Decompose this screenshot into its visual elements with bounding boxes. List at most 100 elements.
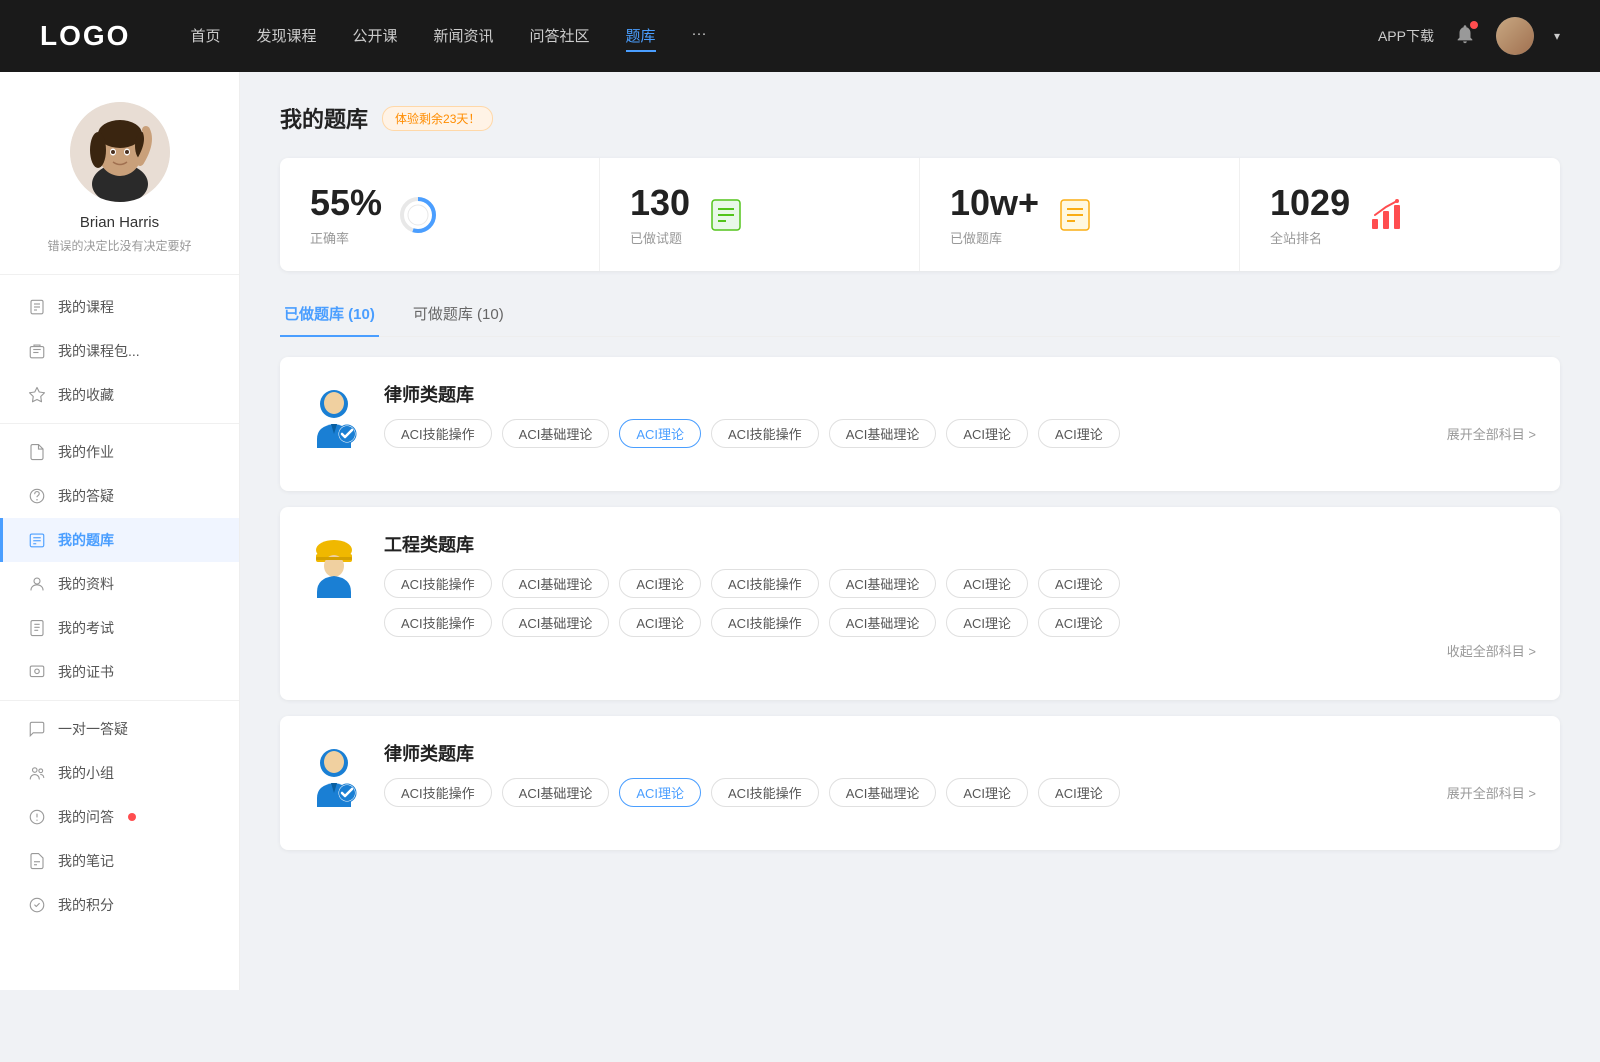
user-name: Brian Harris	[80, 214, 159, 231]
bank-title-lawyer-2: 律师类题库	[384, 740, 1536, 766]
package-icon	[28, 342, 46, 360]
tag-lawyer-1-2[interactable]: ACI理论	[619, 419, 701, 448]
bank-item-lawyer-1: 律师类题库 ACI技能操作 ACI基础理论 ACI理论 ACI技能操作 ACI基…	[280, 357, 1560, 491]
bank-icon-lawyer-1	[304, 381, 364, 451]
nav-news[interactable]: 新闻资讯	[434, 21, 494, 52]
tag-eng-0[interactable]: ACI技能操作	[384, 569, 492, 598]
chat-icon	[28, 720, 46, 738]
expand-lawyer-2[interactable]: 展开全部科目 >	[1447, 783, 1536, 802]
sidebar-item-label-bank: 我的题库	[58, 530, 114, 550]
app-download-button[interactable]: APP下载	[1378, 26, 1434, 46]
tag-lawyer2-2[interactable]: ACI理论	[619, 778, 701, 807]
page-container: Brian Harris 错误的决定比没有决定要好 我的课程 我的课程包...	[0, 72, 1600, 990]
collapse-engineer[interactable]: 收起全部科目 >	[1447, 641, 1536, 660]
page-header: 我的题库 体验剩余23天！	[280, 102, 1560, 134]
tag-eng-6[interactable]: ACI理论	[1038, 569, 1120, 598]
sidebar-item-label-cert: 我的证书	[58, 662, 114, 682]
sidebar-item-qa-help[interactable]: 我的答疑	[0, 474, 239, 518]
stat-rank: 1029 全站排名	[1240, 158, 1560, 271]
bank-icon-engineer	[304, 531, 364, 601]
qa-notification-dot	[128, 813, 136, 821]
sidebar-item-group[interactable]: 我的小组	[0, 751, 239, 795]
tab-done-banks[interactable]: 已做题库 (10)	[280, 295, 379, 336]
sidebar-item-cert[interactable]: 我的证书	[0, 650, 239, 694]
nav-bank[interactable]: 题库	[626, 21, 656, 52]
profile-section: Brian Harris 错误的决定比没有决定要好	[0, 102, 239, 275]
exam-icon	[28, 619, 46, 637]
stat-rank-value: 1029	[1270, 182, 1350, 224]
sidebar-item-homework[interactable]: 我的作业	[0, 430, 239, 474]
stat-rank-label: 全站排名	[1270, 228, 1350, 247]
sidebar-item-exam[interactable]: 我的考试	[0, 606, 239, 650]
tag-lawyer-1-5[interactable]: ACI理论	[946, 419, 1028, 448]
sidebar-item-bank[interactable]: 我的题库	[0, 518, 239, 562]
tag-eng-r2-6[interactable]: ACI理论	[1038, 608, 1120, 637]
tag-lawyer-1-3[interactable]: ACI技能操作	[711, 419, 819, 448]
tag-eng-5[interactable]: ACI理论	[946, 569, 1028, 598]
sidebar-item-profile[interactable]: 我的资料	[0, 562, 239, 606]
sidebar-item-one-on-one[interactable]: 一对一答疑	[0, 707, 239, 751]
tag-eng-r2-0[interactable]: ACI技能操作	[384, 608, 492, 637]
tag-eng-4[interactable]: ACI基础理论	[829, 569, 937, 598]
tag-lawyer2-1[interactable]: ACI基础理论	[502, 778, 610, 807]
sidebar-item-label-qa-help: 我的答疑	[58, 486, 114, 506]
tag-lawyer2-5[interactable]: ACI理论	[946, 778, 1028, 807]
user-avatar-nav[interactable]	[1496, 17, 1534, 55]
tag-eng-r2-1[interactable]: ACI基础理论	[502, 608, 610, 637]
sidebar-item-favorites[interactable]: 我的收藏	[0, 373, 239, 417]
tag-eng-r2-3[interactable]: ACI技能操作	[711, 608, 819, 637]
bank-header-lawyer-2: 律师类题库 ACI技能操作 ACI基础理论 ACI理论 ACI技能操作 ACI基…	[304, 740, 1536, 810]
logo: LOGO	[40, 20, 130, 52]
sidebar: Brian Harris 错误的决定比没有决定要好 我的课程 我的课程包...	[0, 72, 240, 990]
bank-title-engineer: 工程类题库	[384, 531, 1536, 557]
question-icon	[28, 487, 46, 505]
tags-lawyer-1: ACI技能操作 ACI基础理论 ACI理论 ACI技能操作 ACI基础理论 AC…	[384, 419, 1536, 448]
tag-lawyer2-3[interactable]: ACI技能操作	[711, 778, 819, 807]
cert-icon	[28, 663, 46, 681]
sidebar-item-package[interactable]: 我的课程包...	[0, 329, 239, 373]
tag-eng-r2-4[interactable]: ACI基础理论	[829, 608, 937, 637]
bank-icon	[28, 531, 46, 549]
nav-discover[interactable]: 发现课程	[256, 21, 316, 52]
user-avatar-image	[1496, 17, 1534, 55]
nav-links: 首页 发现课程 公开课 新闻资讯 问答社区 题库 ···	[190, 21, 1378, 52]
sidebar-item-label-myqa: 我的问答	[58, 807, 114, 827]
tag-lawyer-1-1[interactable]: ACI基础理论	[502, 419, 610, 448]
expand-lawyer-1[interactable]: 展开全部科目 >	[1447, 424, 1536, 443]
note-icon	[28, 852, 46, 870]
tag-eng-2[interactable]: ACI理论	[619, 569, 701, 598]
nav-home[interactable]: 首页	[190, 21, 220, 52]
sidebar-item-label-package: 我的课程包...	[58, 341, 140, 361]
sidebar-item-label-course: 我的课程	[58, 297, 114, 317]
user-menu-chevron[interactable]: ▾	[1554, 29, 1560, 43]
sidebar-item-points[interactable]: 我的积分	[0, 883, 239, 927]
tag-lawyer2-0[interactable]: ACI技能操作	[384, 778, 492, 807]
nav-divider-1	[0, 423, 239, 424]
sidebar-item-course[interactable]: 我的课程	[0, 285, 239, 329]
tag-lawyer-1-0[interactable]: ACI技能操作	[384, 419, 492, 448]
tab-available-banks[interactable]: 可做题库 (10)	[409, 295, 508, 336]
tag-lawyer2-6[interactable]: ACI理论	[1038, 778, 1120, 807]
tag-eng-r2-5[interactable]: ACI理论	[946, 608, 1028, 637]
tag-eng-1[interactable]: ACI基础理论	[502, 569, 610, 598]
sidebar-item-label-group: 我的小组	[58, 763, 114, 783]
notification-bell[interactable]	[1454, 23, 1476, 50]
nav-qa[interactable]: 问答社区	[530, 21, 590, 52]
tag-lawyer-1-4[interactable]: ACI基础理论	[829, 419, 937, 448]
stat-accuracy: 55% 正确率	[280, 158, 600, 271]
tag-eng-3[interactable]: ACI技能操作	[711, 569, 819, 598]
tag-lawyer-1-6[interactable]: ACI理论	[1038, 419, 1120, 448]
points-icon	[28, 896, 46, 914]
tag-lawyer2-4[interactable]: ACI基础理论	[829, 778, 937, 807]
user-avatar-container	[70, 102, 170, 202]
tag-eng-r2-2[interactable]: ACI理论	[619, 608, 701, 637]
stat-done-banks-label: 已做题库	[950, 228, 1039, 247]
nav-openclass[interactable]: 公开课	[352, 21, 397, 52]
accuracy-chart-icon	[398, 195, 438, 235]
stat-accuracy-label: 正确率	[310, 228, 382, 247]
tabs-row: 已做题库 (10) 可做题库 (10)	[280, 295, 1560, 337]
course-icon	[28, 298, 46, 316]
sidebar-item-notes[interactable]: 我的笔记	[0, 839, 239, 883]
sidebar-item-myqa[interactable]: 我的问答	[0, 795, 239, 839]
nav-more[interactable]: ···	[692, 21, 707, 52]
